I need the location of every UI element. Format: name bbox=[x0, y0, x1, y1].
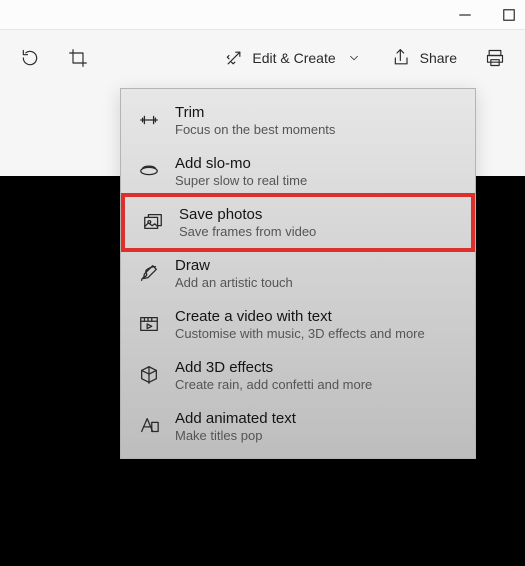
menu-item-slomo[interactable]: Add slo-mo Super slow to real time bbox=[121, 146, 475, 197]
menu-item-title: Save photos bbox=[179, 206, 316, 223]
window-titlebar bbox=[0, 0, 525, 30]
draw-icon bbox=[137, 261, 161, 285]
save-photos-icon bbox=[141, 210, 165, 234]
menu-item-title: Add animated text bbox=[175, 410, 296, 427]
menu-item-video-text[interactable]: Create a video with text Customise with … bbox=[121, 299, 475, 350]
chevron-down-icon bbox=[344, 48, 364, 68]
menu-item-title: Draw bbox=[175, 257, 293, 274]
crop-icon[interactable] bbox=[68, 48, 88, 68]
menu-item-subtitle: Super slow to real time bbox=[175, 173, 307, 188]
rotate-icon[interactable] bbox=[20, 48, 40, 68]
menu-item-subtitle: Customise with music, 3D effects and mor… bbox=[175, 326, 425, 341]
menu-item-save-photos[interactable]: Save photos Save frames from video bbox=[121, 193, 475, 252]
3d-effects-icon bbox=[137, 363, 161, 387]
menu-item-trim[interactable]: Trim Focus on the best moments bbox=[121, 95, 475, 146]
edit-create-button[interactable]: Edit & Create bbox=[224, 48, 363, 68]
slomo-icon bbox=[137, 159, 161, 183]
minimize-button[interactable] bbox=[457, 7, 473, 23]
menu-item-title: Add slo-mo bbox=[175, 155, 307, 172]
menu-item-draw[interactable]: Draw Add an artistic touch bbox=[121, 248, 475, 299]
maximize-button[interactable] bbox=[501, 7, 517, 23]
menu-item-subtitle: Create rain, add confetti and more bbox=[175, 377, 372, 392]
menu-item-title: Add 3D effects bbox=[175, 359, 372, 376]
video-text-icon bbox=[137, 312, 161, 336]
menu-item-title: Create a video with text bbox=[175, 308, 425, 325]
menu-item-subtitle: Add an artistic touch bbox=[175, 275, 293, 290]
toolbar: Edit & Create Share bbox=[0, 30, 525, 86]
print-icon[interactable] bbox=[485, 48, 505, 68]
share-label: Share bbox=[420, 50, 457, 66]
trim-icon bbox=[137, 108, 161, 132]
menu-item-subtitle: Make titles pop bbox=[175, 428, 296, 443]
menu-item-title: Trim bbox=[175, 104, 335, 121]
animated-text-icon bbox=[137, 414, 161, 438]
menu-item-animated-text[interactable]: Add animated text Make titles pop bbox=[121, 401, 475, 452]
menu-item-subtitle: Focus on the best moments bbox=[175, 122, 335, 137]
magic-icon bbox=[224, 48, 244, 68]
share-icon bbox=[392, 48, 412, 68]
menu-item-3d-effects[interactable]: Add 3D effects Create rain, add confetti… bbox=[121, 350, 475, 401]
edit-create-label: Edit & Create bbox=[252, 50, 335, 66]
menu-item-subtitle: Save frames from video bbox=[179, 224, 316, 239]
share-button[interactable]: Share bbox=[392, 48, 457, 68]
edit-create-menu: Trim Focus on the best moments Add slo-m… bbox=[120, 88, 476, 459]
